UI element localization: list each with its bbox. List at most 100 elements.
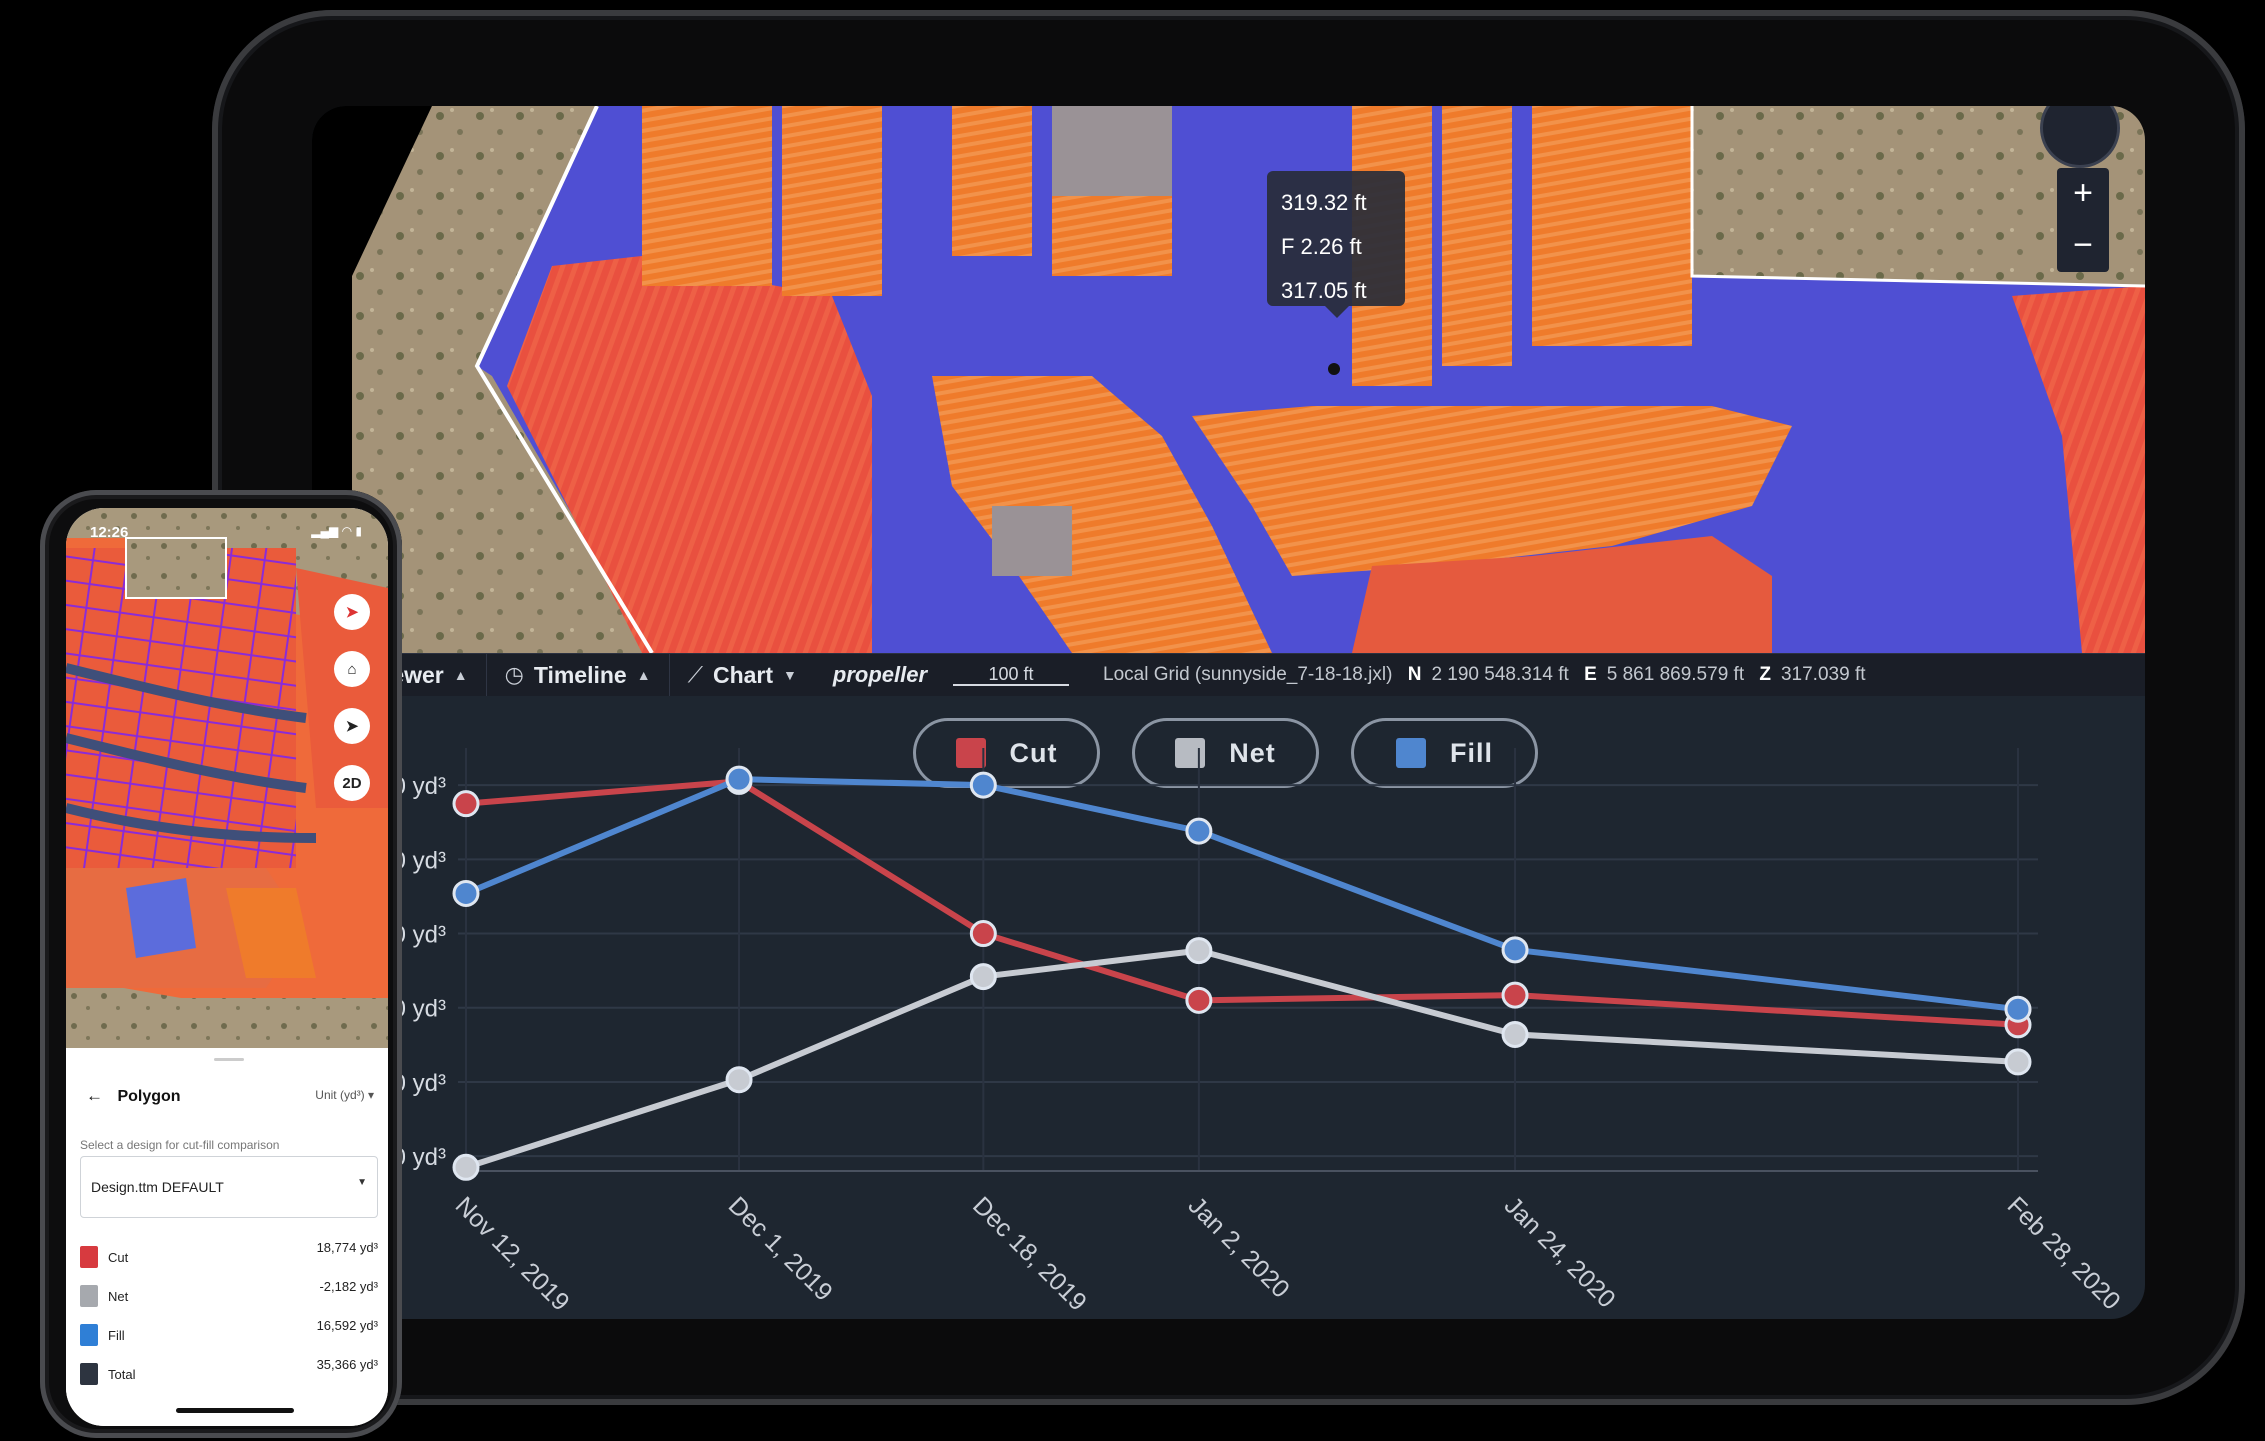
- row-label: Total: [108, 1367, 136, 1382]
- easting-label: E: [1584, 664, 1597, 685]
- x-tick-label: Nov 12, 2019: [450, 1191, 575, 1316]
- data-point[interactable]: [452, 879, 480, 907]
- x-axis-ticks: Nov 12, 2019 Dec 1, 2019 Dec 18, 2019 Jan 2…: [450, 1191, 2126, 1316]
- home-icon: ⌂: [347, 660, 357, 678]
- home-indicator: [176, 1408, 294, 1413]
- data-point[interactable]: [969, 920, 997, 948]
- data-point[interactable]: [1501, 1020, 1529, 1048]
- net-swatch: [1175, 738, 1206, 768]
- timeline-tab[interactable]: ◷ Timeline ▲: [487, 654, 670, 696]
- volume-row-cut: Cut 18,774 yd³: [80, 1240, 378, 1270]
- volume-row-total: Total 35,366 yd³: [80, 1357, 378, 1387]
- data-point[interactable]: [1185, 817, 1213, 845]
- elevation-tooltip: 319.32 ft F 2.26 ft 317.05 ft: [1267, 171, 1405, 318]
- row-value: -2,182 yd³: [319, 1279, 378, 1294]
- sheet-grab-handle[interactable]: [214, 1058, 244, 1061]
- legend-fill-toggle[interactable]: Fill: [1351, 718, 1538, 788]
- net-swatch: [80, 1285, 98, 1307]
- volume-row-net: Net -2,182 yd³: [80, 1279, 378, 1309]
- data-point[interactable]: [725, 1066, 753, 1094]
- data-point[interactable]: [452, 790, 480, 818]
- chart-tab[interactable]: ⟋ Chart ▼: [670, 654, 815, 696]
- unit-label: Unit (yd³): [315, 1088, 365, 1102]
- legend-fill-label: Fill: [1450, 737, 1493, 768]
- tablet-frame: 319.32 ft F 2.26 ft 317.05 ft + − oto vi…: [212, 10, 2245, 1405]
- data-point[interactable]: [452, 1153, 480, 1181]
- navigation-arrow-icon: ➤: [345, 718, 359, 735]
- compass-button[interactable]: ➤: [334, 594, 370, 630]
- cut-swatch: [955, 738, 986, 768]
- back-arrow-icon[interactable]: ←: [86, 1086, 103, 1105]
- chart-grid: [458, 748, 2038, 1172]
- phone-clock: 12:26: [90, 524, 129, 541]
- phone-frame: 12:26 ▂▄▆ ◠ ▮ ➤ ⌂ ➤ 2D ← Polygon Unit (y…: [40, 490, 402, 1438]
- unit-selector[interactable]: Unit (yd³) ▾: [315, 1088, 374, 1102]
- chevron-up-icon: ▲: [636, 667, 651, 683]
- chart-series: [452, 765, 2032, 1181]
- series-cut: [452, 767, 2032, 1039]
- data-point[interactable]: [2004, 1048, 2032, 1076]
- series-line: [464, 776, 2019, 1013]
- caret-down-icon: ▼: [357, 1177, 367, 1188]
- toggle-2d-button[interactable]: 2D: [334, 765, 370, 801]
- clock-icon: ◷: [504, 662, 524, 687]
- map-heatmap: [312, 106, 2145, 653]
- data-point[interactable]: [969, 963, 997, 991]
- phone-map[interactable]: 12:26 ▂▄▆ ◠ ▮ ➤ ⌂ ➤ 2D: [66, 508, 388, 1048]
- cut-fill-map[interactable]: 319.32 ft F 2.26 ft 317.05 ft + −: [312, 106, 2145, 653]
- x-tick-label: Dec 1, 2019: [723, 1191, 838, 1306]
- locate-button[interactable]: ➤: [334, 708, 370, 744]
- design-select-value: Design.ttm DEFAULT: [91, 1179, 224, 1195]
- data-point[interactable]: [1185, 937, 1213, 965]
- data-point[interactable]: [1501, 981, 1529, 1009]
- compass-icon: ➤: [345, 604, 359, 621]
- chevron-down-icon: ▼: [783, 667, 797, 683]
- phone-status-icons: ▂▄▆ ◠ ▮: [311, 524, 362, 538]
- row-value: 16,592 yd³: [316, 1318, 378, 1333]
- elevation-value: 317.039 ft: [1780, 664, 1866, 685]
- phone-screen: 12:26 ▂▄▆ ◠ ▮ ➤ ⌂ ➤ 2D ← Polygon Unit (y…: [66, 508, 388, 1426]
- series-line: [465, 778, 2019, 1028]
- tablet-screen: 319.32 ft F 2.26 ft 317.05 ft + − oto vi…: [312, 106, 2145, 1319]
- zoom-out-button[interactable]: −: [2057, 220, 2109, 272]
- timeline-label: Timeline: [533, 661, 627, 688]
- tooltip-surface-elevation: 319.32 ft: [1281, 190, 1367, 215]
- cut-swatch: [80, 1246, 98, 1268]
- tooltip-fill-depth: F 2.26 ft: [1281, 234, 1362, 259]
- series-net: [452, 937, 2032, 1181]
- data-point[interactable]: [1501, 936, 1529, 964]
- volume-row-fill: Fill 16,592 yd³: [80, 1318, 378, 1348]
- legend-cut-toggle[interactable]: Cut: [913, 718, 1100, 788]
- fill-swatch: [1396, 738, 1426, 768]
- coordinate-readout: Local Grid (sunnyside_7-18-18.jxl) N 2 19…: [1103, 664, 1865, 686]
- total-swatch: [80, 1363, 98, 1385]
- tooltip-design-elevation: 317.05 ft: [1281, 278, 1367, 303]
- row-value: 18,774 yd³: [316, 1240, 378, 1255]
- series-line: [465, 947, 2019, 1171]
- legend-cut-label: Cut: [1009, 737, 1058, 768]
- row-label: Cut: [108, 1250, 129, 1265]
- chart-label: Chart: [712, 661, 774, 688]
- design-select[interactable]: Design.ttm DEFAULT ▼: [80, 1156, 378, 1218]
- propeller-logo: propeller: [832, 662, 928, 687]
- chart-legend: Cut Net Fill: [312, 718, 2145, 790]
- x-tick-label: Jan 24, 2020: [1499, 1191, 1621, 1313]
- x-tick-label: Jan 2, 2020: [1183, 1191, 1295, 1303]
- map-scale-bar: 100 ft: [953, 664, 1070, 686]
- home-button[interactable]: ⌂: [334, 651, 370, 687]
- easting-value: 5 861 869.579 ft: [1606, 664, 1745, 685]
- x-tick-label: Feb 28, 2020: [2002, 1191, 2126, 1315]
- sheet-header: ← Polygon Unit (yd³) ▾: [86, 1086, 374, 1110]
- data-point[interactable]: [2004, 1011, 2032, 1039]
- x-tick-label: Dec 18, 2019: [967, 1191, 1092, 1316]
- bottom-toolbar: oto viewer ▲ ◷ Timeline ▲ ⟋ Chart ▼ prop…: [312, 653, 2145, 696]
- legend-net-toggle[interactable]: Net: [1132, 718, 1319, 788]
- chevron-up-icon: ▲: [453, 667, 468, 683]
- series-fill: [452, 765, 2032, 1023]
- data-point[interactable]: [2004, 995, 2032, 1023]
- row-value: 35,366 yd³: [316, 1357, 378, 1372]
- fill-swatch: [80, 1324, 98, 1346]
- zoom-in-button[interactable]: +: [2057, 168, 2109, 220]
- data-point[interactable]: [1185, 986, 1213, 1014]
- legend-net-label: Net: [1229, 737, 1276, 768]
